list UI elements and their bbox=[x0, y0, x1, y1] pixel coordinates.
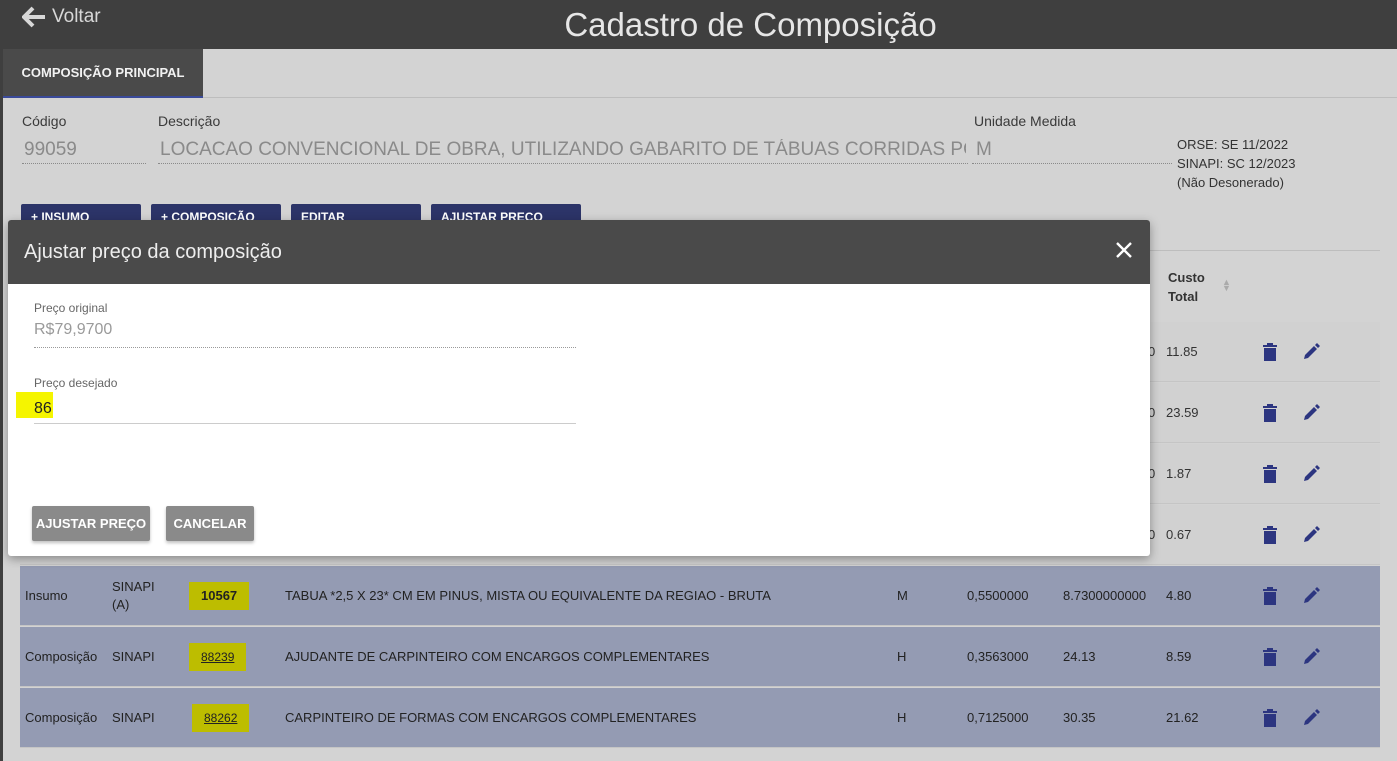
ajustar-preco-confirm-button[interactable]: AJUSTAR PREÇO bbox=[32, 506, 150, 541]
codigo-underline bbox=[22, 163, 146, 164]
pencil-icon[interactable] bbox=[1302, 526, 1320, 544]
sort-icon[interactable]: ▲ ▼ bbox=[1222, 278, 1231, 293]
fonte-cell: SINAPI bbox=[112, 710, 155, 725]
custo-total-cell: 1.87 bbox=[1166, 466, 1192, 481]
fonte-cell: SINAPI (A) bbox=[112, 579, 155, 612]
descricao-cell: TABUA *2,5 X 23* CM EM PINUS, MISTA OU E… bbox=[285, 588, 771, 603]
descricao-underline bbox=[158, 163, 968, 164]
table-row[interactable]: Composição SINAPI 88262 CARPINTEIRO DE F… bbox=[20, 688, 1380, 748]
coeficiente-cell: 0,7125000 bbox=[967, 710, 1029, 725]
custo-total-header[interactable]: Custo Total bbox=[1168, 268, 1205, 306]
add-composicao-button[interactable]: + COMPOSIÇÃO bbox=[151, 204, 281, 220]
modal-title: Ajustar preço da composição bbox=[24, 241, 282, 263]
preco-original-label: Preço original bbox=[34, 301, 108, 315]
ref-orse: ORSE: SE 11/2022 bbox=[1177, 137, 1289, 152]
ajustar-preco-modal: Ajustar preço da composição Preço origin… bbox=[8, 220, 1150, 556]
unidade-label: Unidade Medida bbox=[974, 113, 1076, 129]
custo-total-cell: 8.59 bbox=[1166, 649, 1192, 664]
tipo-cell: Composição bbox=[25, 649, 98, 664]
pencil-icon[interactable] bbox=[1302, 465, 1320, 483]
ajustar-preco-button[interactable]: AJUSTAR PREÇO bbox=[431, 204, 581, 220]
codigo-link[interactable]: 10567 bbox=[189, 582, 250, 610]
unidade-cell: H bbox=[897, 649, 907, 664]
tab-composicao-principal[interactable]: COMPOSIÇÃO PRINCIPAL bbox=[3, 49, 203, 98]
codigo-link[interactable]: 88262 bbox=[192, 704, 250, 732]
tipo-cell: Composição bbox=[25, 710, 98, 725]
custo-total-cell: 23.59 bbox=[1166, 405, 1199, 420]
coeficiente-cell: 0,5500000 bbox=[967, 588, 1029, 603]
preco-desejado-input[interactable] bbox=[34, 400, 534, 418]
cancel-button[interactable]: CANCELAR bbox=[166, 506, 254, 541]
descricao-cell: CARPINTEIRO DE FORMAS COM ENCARGOS COMPL… bbox=[285, 710, 697, 725]
custo-total-cell: 21.62 bbox=[1166, 710, 1199, 725]
ref-sinapi: SINAPI: SC 12/2023 bbox=[1177, 156, 1296, 171]
descricao-field[interactable]: LOCACAO CONVENCIONAL DE OBRA, UTILIZANDO… bbox=[160, 139, 966, 161]
edit-button[interactable]: EDITAR bbox=[291, 204, 421, 220]
trash-icon[interactable] bbox=[1261, 648, 1279, 666]
preco-cell: 30.35 bbox=[1063, 710, 1096, 725]
pencil-icon[interactable] bbox=[1302, 587, 1320, 605]
trash-icon[interactable] bbox=[1261, 709, 1279, 727]
table-header: Custo Total ▲ ▼ bbox=[1150, 250, 1380, 322]
pencil-icon[interactable] bbox=[1302, 709, 1320, 727]
table-row[interactable]: Composição SINAPI 88239 AJUDANTE DE CARP… bbox=[20, 627, 1380, 687]
tab-bar: COMPOSIÇÃO PRINCIPAL bbox=[3, 49, 1397, 98]
modal-header: Ajustar preço da composição bbox=[8, 220, 1150, 284]
trash-icon[interactable] bbox=[1261, 465, 1279, 483]
close-icon[interactable] bbox=[1114, 240, 1134, 260]
preco-desejado-label: Preço desejado bbox=[34, 376, 118, 390]
add-insumo-button[interactable]: + INSUMO bbox=[21, 204, 141, 220]
preco-cell: 24.13 bbox=[1063, 649, 1096, 664]
reference-info: ORSE: SE 11/2022 SINAPI: SC 12/2023 (Não… bbox=[1177, 135, 1296, 192]
custo-total-cell: 11.85 bbox=[1166, 344, 1198, 359]
preco-desejado-underline bbox=[34, 423, 576, 424]
preco-original-underline bbox=[34, 347, 576, 348]
top-bar: Voltar Cadastro de Composição bbox=[0, 0, 1397, 49]
codigo-link[interactable]: 88239 bbox=[189, 643, 247, 671]
custo-total-cell: 0.67 bbox=[1166, 527, 1192, 542]
unidade-cell: H bbox=[897, 710, 907, 725]
tipo-cell: Insumo bbox=[25, 588, 68, 603]
pencil-icon[interactable] bbox=[1302, 648, 1320, 666]
trash-icon[interactable] bbox=[1261, 587, 1279, 605]
fonte-cell: SINAPI bbox=[112, 649, 155, 664]
table-row[interactable]: Insumo SINAPI (A) 10567 TABUA *2,5 X 23*… bbox=[20, 566, 1380, 626]
page-title: Cadastro de Composição bbox=[564, 6, 937, 43]
codigo-field[interactable]: 99059 bbox=[24, 139, 77, 161]
pencil-icon[interactable] bbox=[1302, 404, 1320, 422]
left-edge bbox=[0, 0, 3, 761]
unidade-underline bbox=[972, 163, 1172, 164]
unidade-cell: M bbox=[897, 588, 908, 603]
coeficiente-cell: 0,3563000 bbox=[967, 649, 1029, 664]
unidade-field[interactable]: M bbox=[976, 139, 992, 161]
descricao-label: Descrição bbox=[158, 113, 221, 129]
preco-cell: 8.7300000000 bbox=[1063, 588, 1147, 603]
preco-original-field: R$79,9700 bbox=[34, 321, 113, 338]
trash-icon[interactable] bbox=[1261, 343, 1279, 361]
codigo-label: Código bbox=[22, 113, 67, 129]
custo-total-cell: 4.80 bbox=[1166, 588, 1192, 603]
pencil-icon[interactable] bbox=[1302, 343, 1320, 361]
ref-desoneracao: (Não Desonerado) bbox=[1177, 175, 1284, 190]
trash-icon[interactable] bbox=[1261, 404, 1279, 422]
trash-icon[interactable] bbox=[1261, 526, 1279, 544]
descricao-cell: AJUDANTE DE CARPINTEIRO COM ENCARGOS COM… bbox=[285, 649, 710, 664]
